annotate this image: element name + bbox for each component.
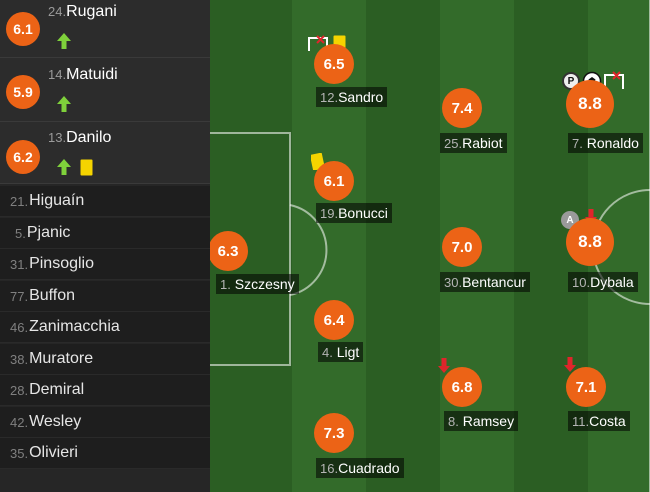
bench-player-pinsoglio[interactable]: 31. Pinsoglio — [0, 249, 210, 280]
bench-player-buffon[interactable]: 77. Buffon — [0, 281, 210, 312]
bench-player-demiral[interactable]: 28. Demiral — [0, 375, 210, 406]
player-label-sandro: 12. Sandro — [316, 87, 388, 107]
rating-badge: 6.1 — [6, 12, 40, 46]
player-name: 13.Danilo — [48, 129, 112, 146]
player-rating-costa[interactable]: 7.1 — [566, 367, 606, 407]
bench-player-olivieri[interactable]: 35. Olivieri — [0, 438, 210, 469]
sub-in-arrow-icon — [57, 159, 71, 175]
bench-player-muratore[interactable]: 38. Muratore — [0, 344, 210, 375]
player-rating-ramsey[interactable]: 6.8 — [442, 367, 482, 407]
player-label-szczesny: 1. Szczesny — [216, 274, 299, 294]
player-rating-cuadrado[interactable]: 7.3 — [314, 413, 354, 453]
player-label-bentancur: 30. Bentancur — [440, 272, 530, 292]
player-label-ligt: 4. Ligt — [318, 342, 364, 362]
player-label-cuadrado: 16. Cuadrado — [316, 458, 404, 478]
substitute-row-danilo[interactable]: 6.2 13.Danilo — [0, 122, 210, 184]
substitute-row-rugani[interactable]: 6.1 24.Rugani — [0, 0, 210, 58]
sub-in-arrow-icon — [57, 96, 71, 112]
player-rating-dybala[interactable]: 8.8 — [566, 218, 614, 266]
player-rating-sandro[interactable]: 6.5 — [314, 44, 354, 84]
player-rating-ligt[interactable]: 6.4 — [314, 300, 354, 340]
substitute-row-matuidi[interactable]: 5.9 14.Matuidi — [0, 58, 210, 122]
player-name: 14.Matuidi — [48, 66, 118, 83]
player-label-bonucci: 19. Bonucci — [316, 203, 392, 223]
player-label-ramsey: 8. Ramsey — [444, 411, 519, 431]
yellow-card-icon — [80, 159, 93, 175]
player-rating-bonucci[interactable]: 6.1 — [314, 161, 354, 201]
player-label-dybala: 10. Dybala — [568, 272, 638, 292]
player-rating-ronaldo[interactable]: 8.8 — [566, 80, 614, 128]
rating-badge: 6.2 — [6, 140, 40, 174]
rating-badge: 5.9 — [6, 75, 40, 109]
bench-player-zanimacchia[interactable]: 46. Zanimacchia — [0, 312, 210, 343]
player-label-costa: 11. Costa — [568, 411, 630, 431]
bench-player-higuain[interactable]: 21. Higuaín — [0, 186, 210, 217]
substitutes-panel: 6.1 24.Rugani 5.9 14.Matuidi 6.2 13.Dani… — [0, 0, 210, 492]
player-rating-bentancur[interactable]: 7.0 — [442, 227, 482, 267]
bench-player-wesley[interactable]: 42. Wesley — [0, 407, 210, 438]
player-label-rabiot: 25. Rabiot — [440, 133, 507, 153]
pitch: 6.3 1. Szczesny 6.5 12. Sandro 6.1 19. Bon… — [210, 0, 650, 492]
player-rating-rabiot[interactable]: 7.4 — [442, 88, 482, 128]
bench-player-pjanic[interactable]: 5. Pjanic — [0, 218, 210, 249]
player-name: 24.Rugani — [48, 3, 117, 20]
sub-in-arrow-icon — [57, 33, 71, 49]
player-label-ronaldo: 7. Ronaldo — [568, 133, 643, 153]
